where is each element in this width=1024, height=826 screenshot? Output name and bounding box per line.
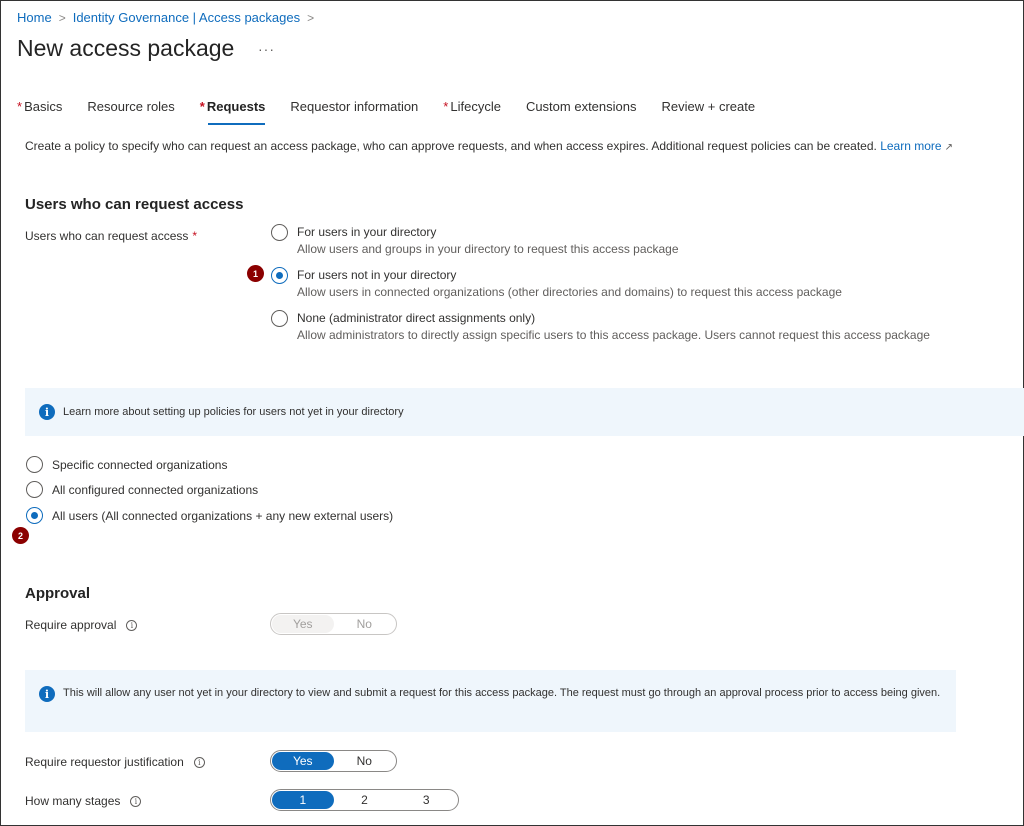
radio-option-in-directory[interactable]: For users in your directory Allow users …	[271, 224, 679, 258]
tab-bar: * Basics Resource roles * Requests Request…	[17, 99, 780, 125]
radio-button[interactable]	[271, 224, 288, 241]
radio-option-none[interactable]: None (administrator direct assignments o…	[271, 310, 930, 344]
external-link-icon: ↗	[944, 142, 953, 153]
breadcrumb-home[interactable]: Home	[17, 10, 52, 25]
learn-more-link[interactable]: Learn more	[880, 139, 941, 153]
radio-button-selected[interactable]	[271, 267, 288, 284]
radio-button[interactable]	[26, 456, 43, 473]
field-label-require-approval: Require approval i	[25, 618, 138, 632]
tab-requestor-information[interactable]: Requestor information	[290, 99, 418, 125]
info-tooltip-icon[interactable]: i	[130, 795, 142, 807]
stage-option-2[interactable]: 2	[334, 791, 396, 809]
more-options-button[interactable]: ···	[258, 41, 275, 57]
page-title: New access package	[17, 35, 235, 61]
radio-button[interactable]	[26, 481, 43, 498]
toggle-option-yes[interactable]: Yes	[272, 752, 334, 770]
info-icon: i	[39, 404, 55, 420]
stages-selector[interactable]: 1 2 3	[270, 789, 459, 811]
info-tooltip-icon[interactable]: i	[193, 756, 205, 768]
section-title-approval: Approval	[25, 585, 91, 602]
breadcrumb-access-packages[interactable]: Identity Governance | Access packages	[73, 10, 300, 25]
tab-custom-extensions[interactable]: Custom extensions	[526, 99, 637, 125]
radio-button[interactable]	[271, 310, 288, 327]
step-badge-1: 1	[247, 265, 264, 282]
radio-option-all-configured-orgs[interactable]: All configured connected organizations	[26, 481, 258, 498]
tab-review-create[interactable]: Review + create	[662, 99, 756, 125]
stage-option-1[interactable]: 1	[272, 791, 334, 809]
chevron-right-icon: >	[58, 10, 66, 25]
radio-option-specific-orgs[interactable]: Specific connected organizations	[26, 456, 227, 473]
tab-resource-roles[interactable]: Resource roles	[87, 99, 174, 125]
stage-option-3[interactable]: 3	[395, 791, 457, 809]
justification-toggle[interactable]: Yes No	[270, 750, 397, 772]
require-approval-toggle[interactable]: Yes No	[270, 613, 397, 635]
field-label-stages: How many stages i	[25, 794, 142, 808]
chevron-right-icon: >	[307, 10, 315, 25]
field-label-justification: Require requestor justification i	[25, 755, 205, 769]
tab-basics[interactable]: * Basics	[17, 99, 62, 125]
info-bar-policies: i Learn more about setting up policies f…	[25, 388, 1024, 436]
tab-requests[interactable]: * Requests	[200, 99, 265, 125]
info-bar-text: Learn more about setting up policies for…	[63, 406, 404, 418]
info-bar-approval: i This will allow any user not yet in yo…	[25, 670, 956, 732]
step-badge-2: 2	[12, 527, 29, 544]
field-label-who: Users who can request access *	[25, 229, 198, 243]
section-title-who: Users who can request access	[25, 196, 244, 213]
info-icon: i	[39, 686, 55, 702]
tab-lifecycle[interactable]: * Lifecycle	[443, 99, 501, 125]
info-bar-text: This will allow any user not yet in your…	[63, 687, 941, 699]
radio-option-not-in-directory[interactable]: For users not in your directory Allow us…	[271, 267, 842, 301]
info-tooltip-icon[interactable]: i	[126, 619, 138, 631]
toggle-option-no[interactable]: No	[334, 615, 396, 633]
breadcrumb: Home > Identity Governance | Access pack…	[17, 10, 321, 25]
page-description: Create a policy to specify who can reque…	[25, 139, 953, 153]
toggle-option-no[interactable]: No	[334, 752, 396, 770]
toggle-option-yes[interactable]: Yes	[272, 615, 334, 633]
radio-option-all-users[interactable]: All users (All connected organizations +…	[26, 507, 393, 524]
radio-button-selected[interactable]	[26, 507, 43, 524]
